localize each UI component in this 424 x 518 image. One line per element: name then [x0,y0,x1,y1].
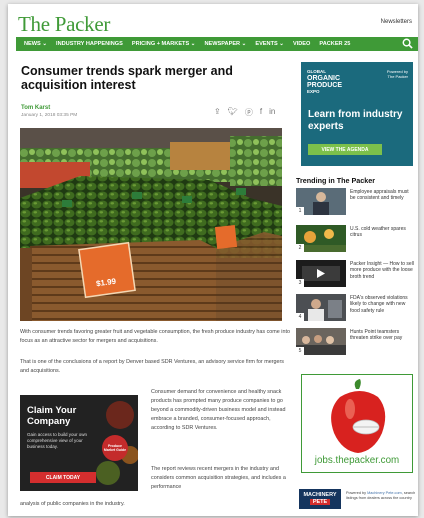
expo-logo-text: ORGANIC [307,74,341,82]
jobs-ad[interactable]: jobs.thepacker.com [301,374,413,473]
trending-item[interactable]: 3 Packer Insight — How to sell more prod… [296,260,414,290]
trending-number: 5 [296,347,304,355]
logo-text: PETE [309,498,331,505]
share-icon[interactable]: ⇪ [214,107,221,118]
trending-item[interactable]: 2 U.S. cold weather spares citrus [296,225,414,255]
trending-link[interactable]: Hunts Point teamsters threaten strike ov… [350,329,414,342]
machinery-pete-logo[interactable]: MACHINERY PETE [299,489,341,509]
linkedin-icon[interactable]: in [269,107,275,118]
nav-item-events[interactable]: EVENTS ⌄ [255,41,284,47]
article-headline: Consumer trends spark merger and acquisi… [21,64,233,92]
paragraph-text: That is one of the conclusions of a repo… [20,359,206,365]
nav-item-packer-25[interactable]: PACKER 25 [319,41,350,47]
trending-link[interactable]: Employee appraisals must be consistent a… [350,189,414,202]
article-paragraph: That is one of the conclusions of a repo… [20,358,292,376]
article-date: January 1, 2018 03:35 PM [21,113,78,118]
expo-headline: Learn from industry experts [308,109,403,132]
article-paragraph: With consumer trends favoring greater fr… [20,329,290,344]
newsletters-link[interactable]: Newsletters [381,19,412,25]
organic-expo-ad[interactable]: GLOBAL ORGANIC PRODUCE EXPO Powered by T… [301,62,413,166]
machinery-pete-link[interactable]: Machinery Pete.com [367,491,402,495]
nav-item-newspaper[interactable]: NEWSPAPER ⌄ [204,41,246,47]
mp-text-part: Powered by [346,491,368,495]
jobs-url[interactable]: jobs.thepacker.com [302,455,412,466]
page: The Packer Newsletters NEWS ⌄ INDUSTRY H… [8,4,418,516]
hero-image-avocados: $1.99 [20,128,282,321]
powered-by: Powered by The Packer [387,69,408,79]
nav-item-industry-happenings[interactable]: INDUSTRY HAPPENINGS [56,41,123,47]
article-paragraph: Consumer demand for convenience and heal… [151,389,286,431]
trending-item[interactable]: 4 FDA's observed violations likely to ch… [296,294,414,324]
trending-link[interactable]: Packer Insight — How to sell more produc… [350,261,414,280]
pinterest-icon[interactable]: ⓟ [245,107,253,118]
expo-logo-text: GLOBAL [307,69,326,74]
produce-market-guide-badge: Produce Market Guide [102,435,128,461]
pepper-image [331,379,386,453]
claim-company-ad[interactable]: Claim Your Company Gain access to build y… [20,395,138,491]
search-icon[interactable] [402,38,413,49]
logo-text: MACHINERY [303,492,337,498]
nav-item-video[interactable]: VIDEO [293,41,310,47]
trending-link[interactable]: FDA's observed violations likely to chan… [350,295,414,314]
trending-item[interactable]: 5 Hunts Point teamsters threaten strike … [296,328,414,358]
trending-heading: Trending in The Packer [296,176,376,185]
ad-body: Gain access to build your own comprehens… [27,432,88,449]
main-nav: NEWS ⌄ INDUSTRY HAPPENINGS PRICING + MAR… [16,37,418,51]
powered-by-brand: The Packer [387,74,408,79]
trending-number: 3 [296,279,304,287]
ad-title: Claim Your Company [27,405,77,427]
article-paragraph: analysis of public companies in the indu… [20,501,125,507]
article-paragraph: The report reviews recent mergers in the… [151,466,286,490]
twitter-icon[interactable]: 🐦︎ [228,107,238,118]
facebook-icon[interactable]: f [260,107,262,118]
trending-number: 1 [296,207,304,215]
trending-item[interactable]: 1 Employee appraisals must be consistent… [296,188,414,218]
expo-logo: GLOBAL ORGANIC PRODUCE EXPO [307,69,342,94]
site-logo[interactable]: The Packer [18,12,110,37]
nav-item-pricing-markets[interactable]: PRICING + MARKETS ⌄ [132,41,196,47]
nav-item-news[interactable]: NEWS ⌄ [24,41,47,47]
trending-number: 2 [296,244,304,252]
expo-logo-text: EXPO [307,88,320,94]
ad-title-line: Company [27,415,71,427]
trending-number: 4 [296,313,304,321]
view-agenda-button[interactable]: VIEW THE AGENDA [308,144,382,155]
claim-today-button[interactable]: CLAIM TODAY [30,472,96,483]
share-bar: ⇪ 🐦︎ ⓟ f in [214,107,275,118]
machinery-pete-text: Powered by Machinery Pete.com, search li… [346,491,416,501]
ad-title-line: Claim Your [27,405,77,416]
expo-logo-text: PRODUCE [307,81,343,89]
author-link[interactable]: Tom Karst [21,105,50,111]
trending-link[interactable]: U.S. cold weather spares citrus [350,226,414,239]
